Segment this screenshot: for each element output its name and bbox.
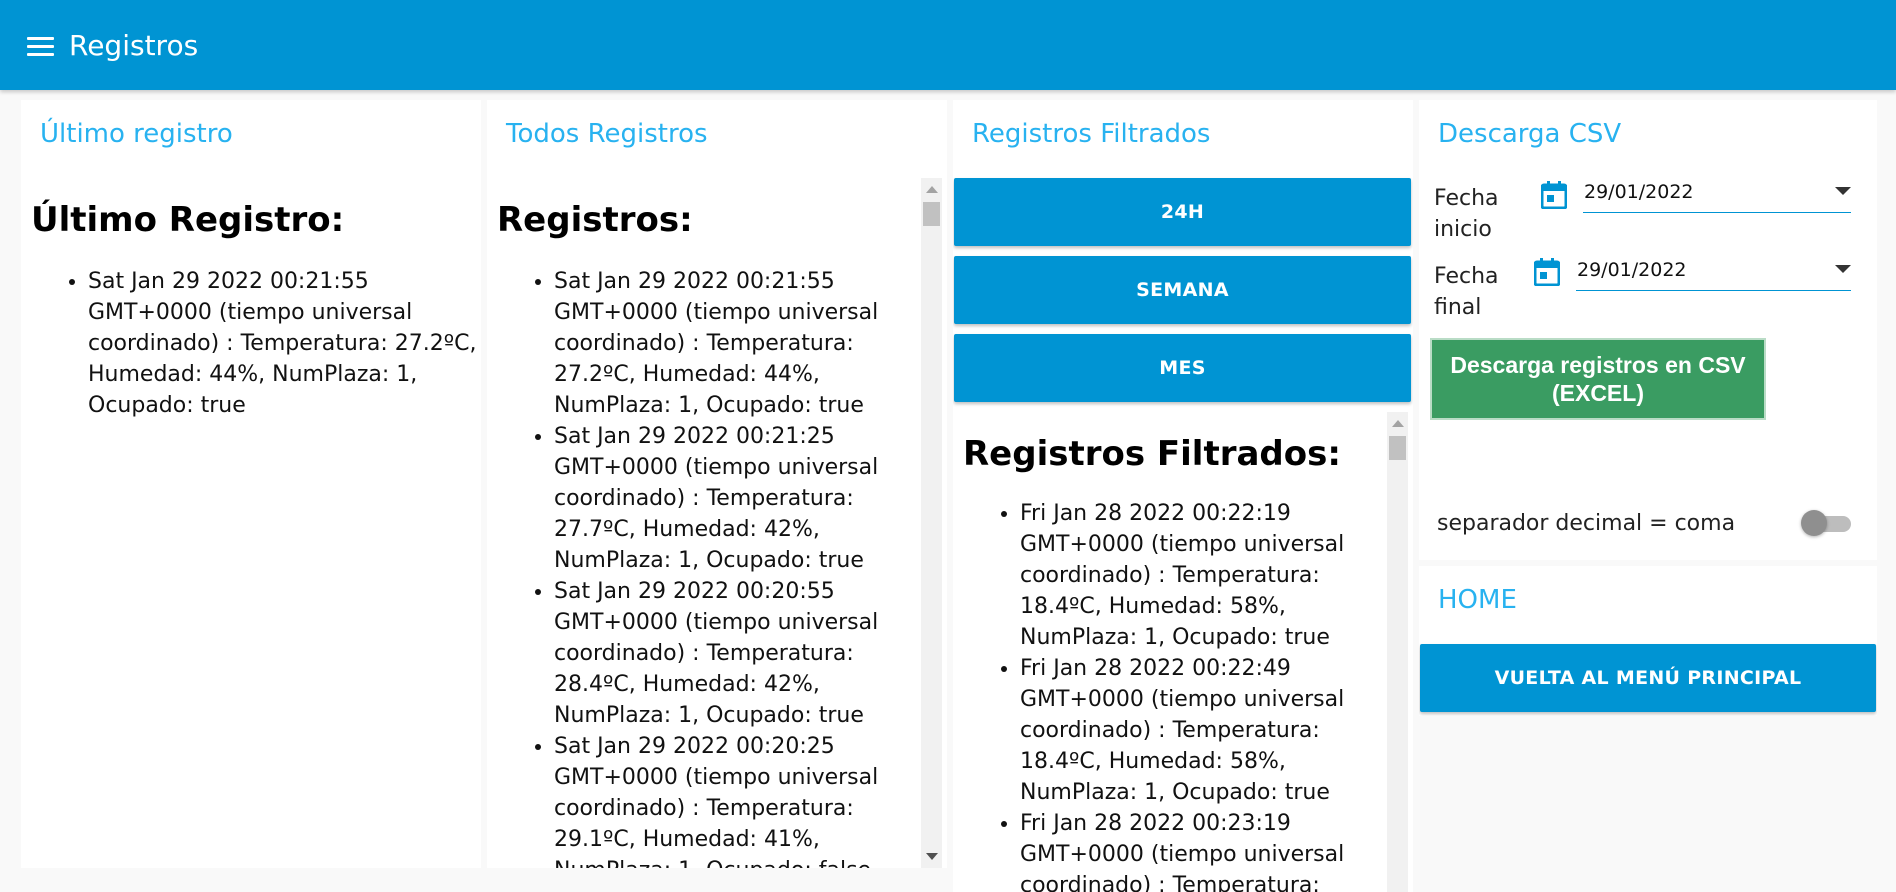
download-csv-button[interactable]: Descarga registros en CSV (EXCEL) [1430, 338, 1766, 420]
scrollbar[interactable] [921, 178, 942, 868]
scrollbar-thumb[interactable] [923, 202, 940, 226]
filtered-scroll-area[interactable]: Registros Filtrados: Fri Jan 28 2022 00:… [953, 412, 1387, 892]
calendar-icon[interactable] [1534, 258, 1560, 286]
chevron-down-icon[interactable] [1835, 187, 1851, 195]
record-list-item: Sat Jan 29 2022 00:21:55 GMT+0000 (tiemp… [554, 266, 919, 421]
scroll-down-arrow[interactable] [926, 853, 938, 860]
end-date-input[interactable]: 29/01/2022 [1576, 256, 1851, 291]
menu-icon[interactable] [27, 37, 54, 57]
card-title: Todos Registros [506, 119, 708, 149]
chevron-down-icon[interactable] [1835, 265, 1851, 273]
card-home: HOME VUELTA AL MENÚ PRINCIPAL [1419, 566, 1877, 716]
scroll-up-arrow[interactable] [1392, 420, 1404, 427]
record-list-item: Sat Jan 29 2022 00:21:25 GMT+0000 (tiemp… [554, 421, 919, 576]
filter-month-button[interactable]: MES [954, 334, 1411, 402]
section-heading: Registros: [497, 200, 693, 240]
record-list: Sat Jan 29 2022 00:21:55 GMT+0000 (tiemp… [497, 266, 919, 868]
filter-week-button[interactable]: SEMANA [954, 256, 1411, 324]
decimal-separator-toggle[interactable] [1801, 510, 1851, 536]
section-heading: Último Registro: [31, 200, 345, 240]
card-title: HOME [1438, 585, 1517, 615]
record-list-item: Fri Jan 28 2022 00:22:49 GMT+0000 (tiemp… [1020, 653, 1385, 808]
app-bar: Registros [0, 0, 1896, 90]
app-title: Registros [69, 29, 199, 62]
start-date-label: Fecha inicio [1434, 186, 1499, 242]
scroll-up-arrow[interactable] [926, 186, 938, 193]
card-registros-filtrados: Registros Filtrados 24H SEMANA MES Regis… [953, 100, 1413, 892]
record-list-item: Sat Jan 29 2022 00:20:55 GMT+0000 (tiemp… [554, 576, 919, 731]
card-title: Último registro [40, 119, 233, 149]
record-list-item: Sat Jan 29 2022 00:20:25 GMT+0000 (tiemp… [554, 731, 919, 868]
end-date-label: Fecha final [1434, 264, 1499, 320]
section-heading: Registros Filtrados: [963, 434, 1341, 474]
records-scroll-area[interactable]: Registros: Sat Jan 29 2022 00:21:55 GMT+… [487, 178, 921, 868]
record-list: Sat Jan 29 2022 00:21:55 GMT+0000 (tiemp… [31, 266, 481, 421]
record-list-item: Sat Jan 29 2022 00:21:55 GMT+0000 (tiemp… [88, 266, 481, 421]
start-date-input[interactable]: 29/01/2022 [1583, 178, 1851, 213]
record-list-item: Fri Jan 28 2022 00:23:19 GMT+0000 (tiemp… [1020, 808, 1385, 892]
calendar-icon[interactable] [1541, 181, 1567, 209]
record-list-item: Fri Jan 28 2022 00:22:19 GMT+0000 (tiemp… [1020, 498, 1385, 653]
back-to-main-menu-button[interactable]: VUELTA AL MENÚ PRINCIPAL [1420, 644, 1876, 712]
record-list: Fri Jan 28 2022 00:22:19 GMT+0000 (tiemp… [963, 498, 1385, 892]
card-title: Descarga CSV [1438, 119, 1622, 149]
card-descarga-csv: Descarga CSV [1419, 100, 1877, 560]
filter-24h-button[interactable]: 24H [954, 178, 1411, 246]
scrollbar-thumb[interactable] [1389, 436, 1406, 460]
scrollbar[interactable] [1387, 412, 1408, 892]
decimal-separator-label: separador decimal = coma [1437, 511, 1736, 536]
card-title: Registros Filtrados [972, 119, 1211, 149]
card-ultimo-registro: Último registro Último Registro: Sat Jan… [21, 100, 481, 868]
card-todos-registros: Todos Registros Registros: Sat Jan 29 20… [487, 100, 947, 868]
